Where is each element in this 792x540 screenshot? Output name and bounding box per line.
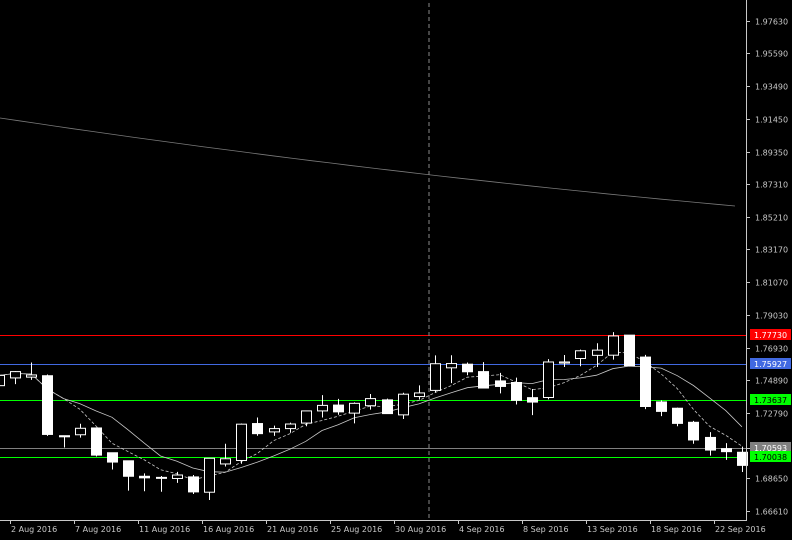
x-tick-label-6: 30 Aug 2016 [395, 525, 446, 534]
y-tick-label-15: 1.66610 [755, 508, 788, 517]
y-tick-label-1: 1.95590 [755, 50, 788, 59]
candle-body-1 [10, 371, 21, 379]
price-chart[interactable]: 1.97630 1.95590 1.93490 1.91450 1.89350 1.873… [0, 0, 792, 540]
x-tick-label-5: 25 Aug 2016 [331, 525, 382, 534]
x-tick-label-3: 16 Aug 2016 [203, 525, 254, 534]
candle-body-18 [285, 423, 296, 430]
candle-body-3 [42, 375, 53, 435]
candle-body-25 [398, 393, 409, 416]
candle-body-17 [269, 428, 280, 433]
candle-6 [91, 427, 102, 457]
candle-body-26 [414, 392, 425, 398]
candle-43 [688, 420, 699, 444]
candle-body-38 [608, 335, 619, 356]
candle-body-4 [59, 435, 70, 438]
candle-body-29 [462, 363, 473, 373]
candle-body-10 [156, 476, 167, 479]
y-tick-label-11: 1.74890 [755, 377, 788, 386]
candle-body-14 [220, 458, 231, 465]
candle-body-2 [26, 374, 37, 378]
x-tick-label-1: 7 Aug 2016 [75, 525, 121, 534]
candle-38 [608, 332, 619, 360]
x-tick-label-4: 21 Aug 2016 [267, 525, 318, 534]
y-tick-label-7: 1.83170 [755, 246, 788, 255]
candle-40 [640, 354, 651, 410]
chart-background [0, 0, 792, 540]
candle-3 [42, 374, 53, 436]
candle-body-12 [188, 476, 199, 493]
candle-body-41 [656, 401, 667, 412]
candle-body-11 [172, 474, 183, 479]
candle-body-22 [349, 402, 360, 414]
candle-body-42 [672, 407, 683, 424]
candle-body-39 [624, 334, 635, 367]
x-tick-label-0: 2 Aug 2016 [11, 525, 57, 534]
candle-body-24 [382, 399, 393, 415]
candle-body-44 [705, 436, 716, 451]
y-tick-label-5: 1.87310 [755, 181, 788, 190]
level-price-tag-0: 1.77730 [750, 329, 791, 340]
candle-body-15 [236, 423, 247, 461]
x-tick-label-8: 8 Sep 2016 [523, 525, 569, 534]
candle-body-28 [446, 363, 457, 369]
candle-body-7 [107, 452, 118, 463]
y-tick-label-0: 1.97630 [755, 18, 788, 27]
y-tick-label-3: 1.91450 [755, 116, 788, 125]
level-price-tag-label-2: 1.73637 [754, 396, 787, 405]
x-tick-label-7: 4 Sep 2016 [459, 525, 505, 534]
y-tick-label-8: 1.81070 [755, 279, 788, 288]
level-price-tag-2: 1.73637 [750, 394, 791, 405]
x-tick-label-9: 13 Sep 2016 [587, 525, 638, 534]
y-tick-label-12: 1.72790 [755, 410, 788, 419]
level-price-tag-label-0: 1.77730 [754, 331, 787, 340]
candle-body-40 [640, 356, 651, 407]
candle-body-9 [139, 475, 150, 479]
candle-body-23 [365, 398, 376, 407]
candle-body-5 [75, 427, 86, 436]
y-tick-label-2: 1.93490 [755, 83, 788, 92]
x-tick-label-10: 18 Sep 2016 [651, 525, 702, 534]
y-tick-label-14: 1.68650 [755, 475, 788, 484]
candle-body-33 [527, 397, 538, 403]
candle-39 [624, 334, 635, 367]
candle-body-6 [91, 427, 102, 456]
candle-15 [236, 423, 247, 464]
candle-body-19 [301, 410, 312, 424]
candle-body-32 [511, 382, 522, 401]
candle-body-45 [721, 448, 732, 453]
candle-body-0 [0, 374, 5, 387]
candle-body-35 [559, 361, 570, 364]
candle-body-20 [317, 404, 328, 412]
level-price-tag-1: 1.75927 [750, 358, 791, 369]
candle-body-13 [204, 457, 215, 493]
candle-body-8 [123, 460, 134, 477]
candle-body-21 [333, 404, 344, 413]
candle-body-34 [543, 361, 554, 398]
x-tick-label-11: 22 Sep 2016 [715, 525, 766, 534]
candle-24 [382, 398, 393, 415]
candle-body-31 [495, 380, 506, 387]
candle-body-30 [478, 371, 489, 389]
level-price-tag-4: 1.70038 [750, 451, 791, 462]
level-price-tag-label-1: 1.75927 [754, 360, 787, 369]
candle-42 [672, 407, 683, 427]
candle-body-37 [592, 349, 603, 356]
x-tick-label-2: 11 Aug 2016 [139, 525, 190, 534]
y-tick-label-6: 1.85210 [755, 214, 788, 223]
candle-12 [188, 475, 199, 494]
candle-body-36 [575, 350, 586, 360]
y-tick-label-4: 1.89350 [755, 149, 788, 158]
candle-body-27 [430, 363, 441, 391]
candle-body-16 [252, 423, 263, 435]
candle-body-43 [688, 421, 699, 441]
y-tick-label-9: 1.79030 [755, 312, 788, 321]
level-price-tag-label-4: 1.70038 [754, 453, 787, 462]
y-tick-label-10: 1.76930 [755, 345, 788, 354]
candle-25 [398, 392, 409, 419]
candle-34 [543, 359, 554, 400]
